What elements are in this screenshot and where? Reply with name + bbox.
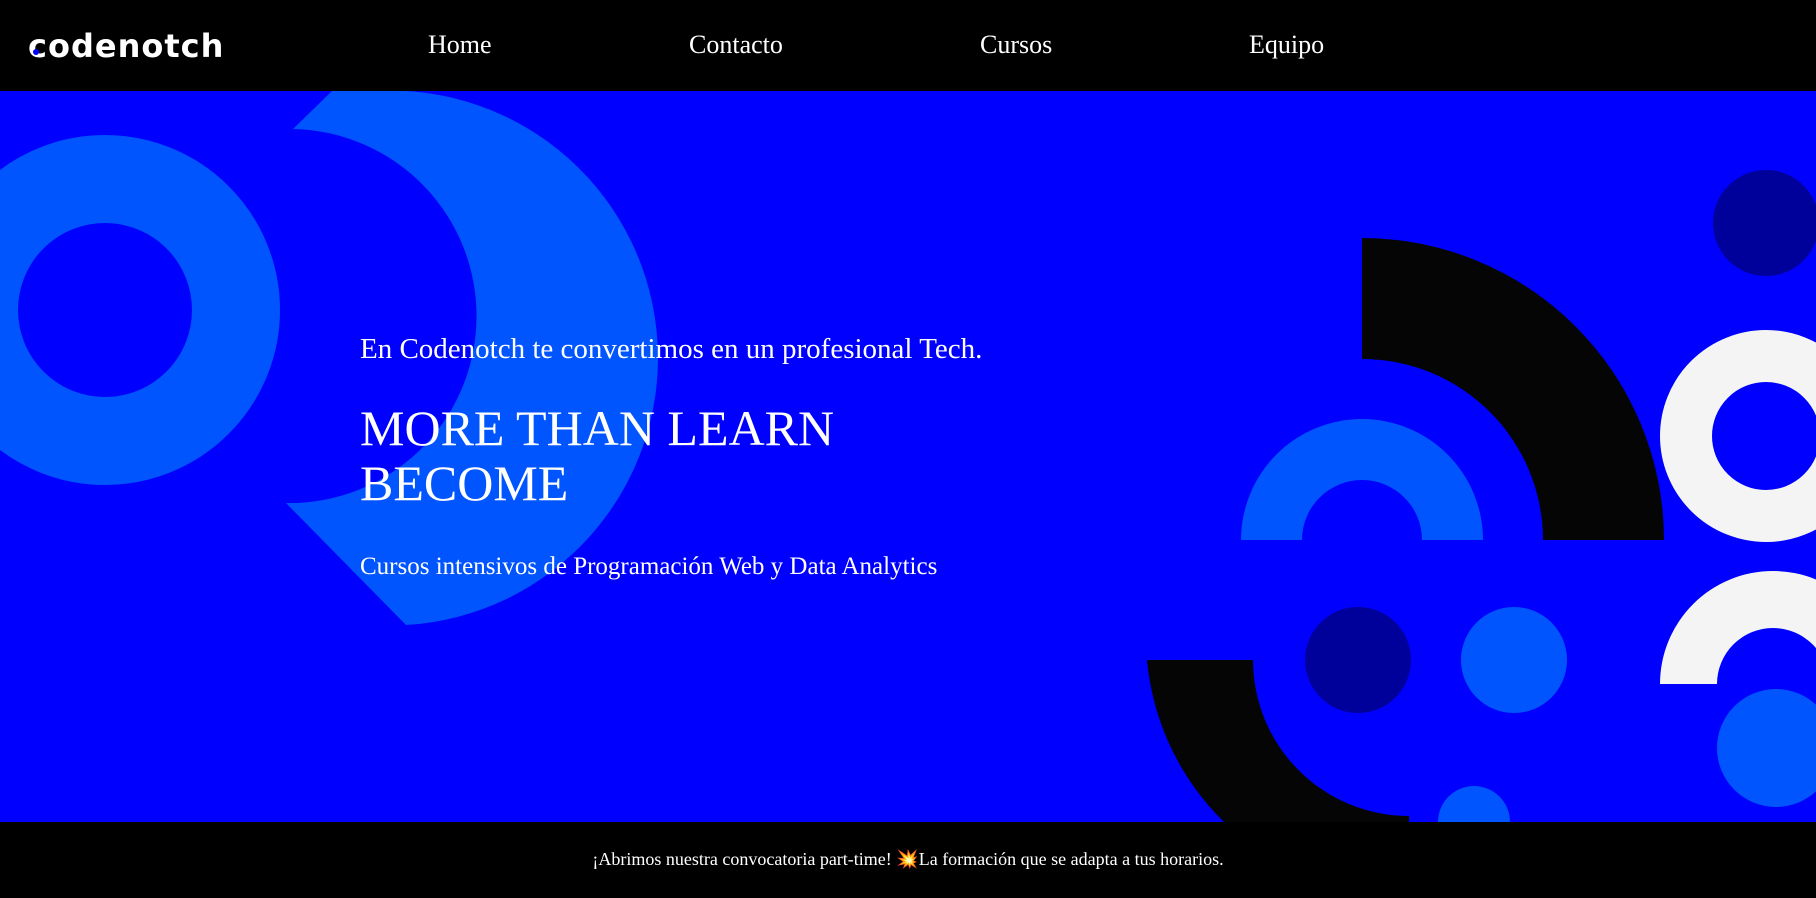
hero-decorative-shapes: [0, 91, 1816, 822]
blue-circle-small-shape: [1438, 786, 1510, 822]
white-ring-shape: [1660, 330, 1816, 542]
announcement-text: ¡Abrimos nuestra convocatoria part-time!…: [592, 847, 1223, 871]
announcement-text-before: ¡Abrimos nuestra convocatoria part-time!: [592, 849, 897, 869]
blue-circle-mid-shape: [1461, 607, 1567, 713]
blue-circle-bottom-shape: [1717, 689, 1816, 807]
nav-contacto-link[interactable]: Contacto: [689, 28, 783, 62]
logo-text: codenotch: [28, 27, 225, 65]
codenotch-logo[interactable]: codenotch: [28, 26, 224, 66]
announcement-text-after: La formación que se adapta a tus horario…: [918, 849, 1224, 869]
white-half-ring-shape: [1660, 571, 1816, 684]
navy-circle-top-shape: [1713, 170, 1816, 276]
navy-circle-mid-shape: [1305, 607, 1411, 713]
hero-headline: MORE THAN LEARN BECOME: [360, 401, 834, 511]
left-ring-shape: [0, 135, 280, 485]
hero-subtitle: Cursos intensivos de Programación Web y …: [360, 553, 938, 580]
blue-half-ring-shape: [1241, 419, 1483, 540]
site-header: codenotch Home Contacto Cursos Equipo: [0, 0, 1816, 91]
announcement-banner: ¡Abrimos nuestra convocatoria part-time!…: [0, 822, 1816, 898]
hero-headline-line1: MORE THAN LEARN: [360, 400, 835, 456]
nav-cursos-link[interactable]: Cursos: [980, 28, 1052, 62]
nav-home-link[interactable]: Home: [428, 28, 492, 62]
page: codenotch Home Contacto Cursos Equipo En…: [0, 0, 1816, 898]
hero-tagline: En Codenotch te convertimos en un profes…: [360, 333, 983, 365]
collision-icon: 💥: [896, 849, 919, 869]
hero-headline-line2: BECOME: [360, 455, 569, 511]
logo-dot-icon: [33, 49, 39, 55]
nav-equipo-link[interactable]: Equipo: [1249, 28, 1324, 62]
hero-section: En Codenotch te convertimos en un profes…: [0, 91, 1816, 822]
